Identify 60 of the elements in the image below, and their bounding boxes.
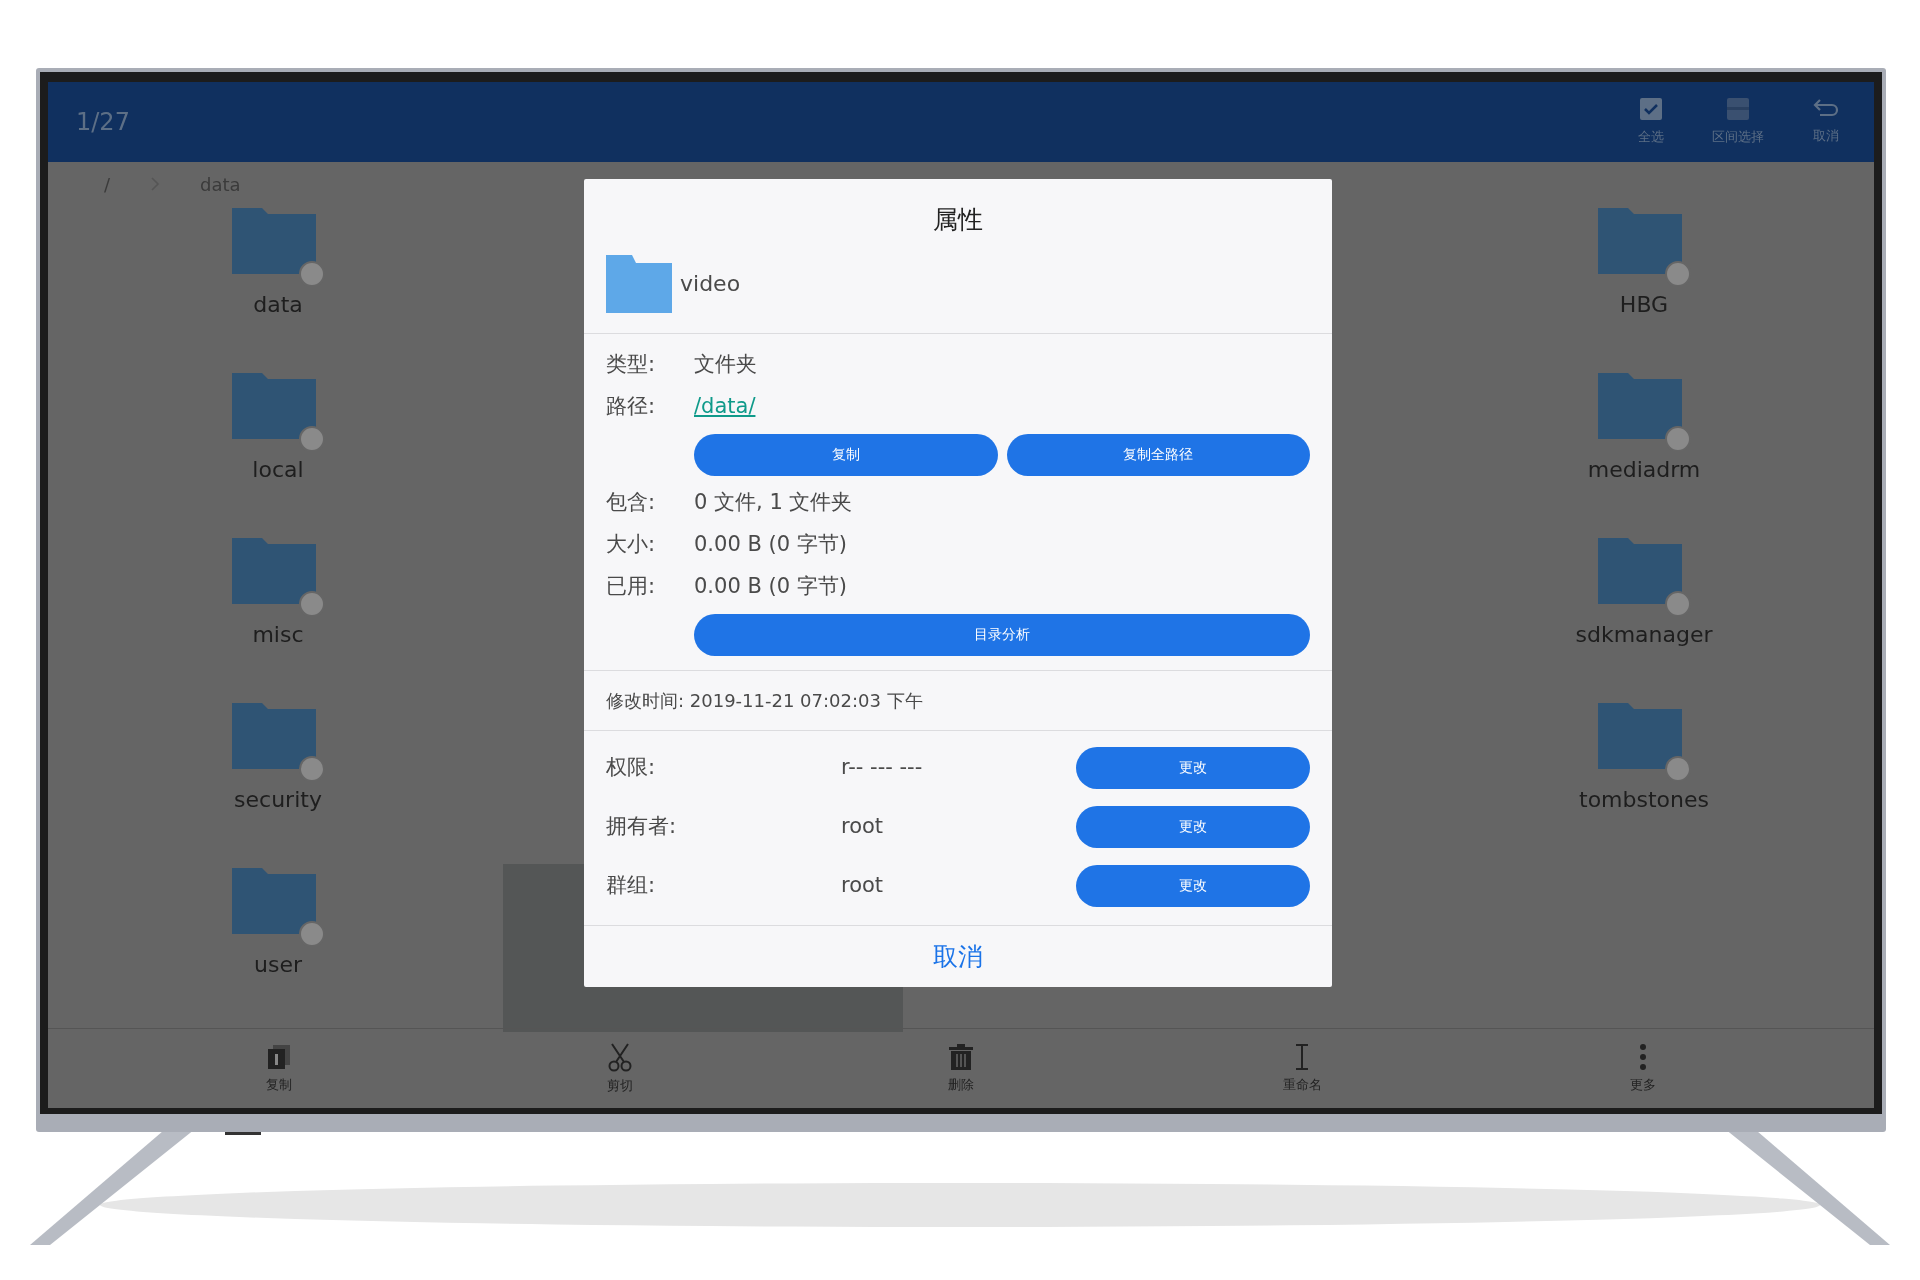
folder-name[interactable]: sdkmanager — [1575, 618, 1713, 651]
folder-icon — [230, 206, 326, 286]
folder-icon — [606, 254, 672, 313]
field-value: 0.00 B (0 字节) — [694, 530, 847, 558]
change-button[interactable]: 更改 — [1076, 805, 1310, 848]
toolbar-button[interactable]: 重命名 — [1252, 1042, 1353, 1095]
toolbar-button[interactable]: 更多 — [1593, 1042, 1694, 1095]
folder-icon — [1596, 371, 1692, 451]
header-action-button[interactable]: 全选 — [1632, 97, 1670, 147]
folder-name[interactable]: local — [252, 453, 304, 486]
folder-icon — [230, 371, 326, 451]
folder-icon — [1596, 701, 1692, 781]
change-button[interactable]: 更改 — [1076, 746, 1310, 789]
dialog-title: 属性 — [932, 204, 984, 236]
modified-time: 修改时间: 2019-11-21 07:02:03 下午 — [584, 669, 1332, 730]
more-icon — [1639, 1042, 1648, 1071]
folder-icon — [1596, 536, 1692, 616]
action-button[interactable]: 复制 — [694, 433, 998, 476]
field-value: root — [841, 812, 884, 840]
selection-counter: 1/27 — [76, 107, 130, 138]
path-link[interactable]: /data/ — [694, 390, 756, 423]
folder-icon — [230, 701, 326, 781]
folder-name[interactable]: misc — [252, 618, 304, 651]
field-label: 已用: — [606, 572, 657, 600]
breadcrumb-item[interactable]: / — [104, 170, 111, 198]
field-value: 0 文件, 1 文件夹 — [694, 488, 853, 516]
cancel-button[interactable]: 取消 — [923, 937, 993, 975]
action-button[interactable]: 复制全路径 — [1006, 433, 1310, 476]
file-name: video — [680, 270, 741, 298]
field-label: 权限: — [606, 753, 657, 781]
toolbar-button[interactable]: 复制 — [228, 1042, 329, 1095]
folder-name[interactable]: user — [254, 948, 302, 981]
field-value: 0.00 B (0 字节) — [694, 572, 847, 600]
field-label: 包含: — [606, 488, 657, 516]
trash-icon — [947, 1042, 974, 1071]
text-cursor-icon — [1294, 1042, 1311, 1071]
toolbar-button[interactable]: 删除 — [910, 1042, 1011, 1095]
field-value: r-- --- --- — [841, 753, 923, 781]
field-label: 路径: — [606, 392, 657, 420]
folder-name[interactable]: HBG — [1619, 288, 1669, 321]
folder-name[interactable]: tombstones — [1579, 783, 1709, 816]
folder-icon — [230, 536, 326, 616]
field-label: 大小: — [606, 530, 657, 558]
action-button[interactable]: 目录分析 — [694, 613, 1310, 656]
field-value: 文件夹 — [694, 350, 757, 378]
folder-icon — [230, 866, 326, 946]
change-button[interactable]: 更改 — [1076, 864, 1310, 907]
field-value: root — [841, 871, 884, 899]
folder-name[interactable]: security — [234, 783, 322, 816]
field-label: 拥有者: — [606, 812, 678, 840]
range-select-icon — [1726, 97, 1750, 122]
folder-icon — [1596, 206, 1692, 286]
header-action-button[interactable]: 区间选择 — [1706, 97, 1770, 147]
toolbar-button[interactable]: 剪切 — [569, 1041, 670, 1096]
checkbox-icon — [1639, 97, 1663, 122]
folder-name[interactable]: mediadrm — [1587, 453, 1701, 486]
folder-name[interactable]: data — [253, 288, 303, 321]
field-label: 群组: — [606, 871, 657, 899]
field-label: 类型: — [606, 350, 657, 378]
header-action-button[interactable]: 取消 — [1806, 98, 1846, 146]
